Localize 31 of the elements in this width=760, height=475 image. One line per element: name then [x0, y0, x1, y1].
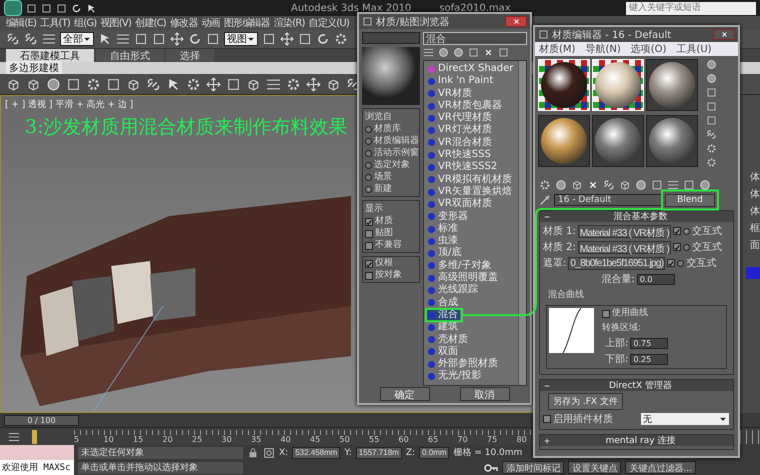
file-name: sofa2010.max [439, 2, 511, 14]
window-title: 材质编辑器 - 16 - Default [552, 28, 672, 42]
script-output: 欢迎使用 MAXSc [0, 460, 74, 475]
field-label: 上部: [605, 336, 628, 350]
tick-label: 50 [340, 434, 369, 444]
prompt-text: 单击或单击并拖动以选择对象 [78, 462, 243, 474]
tick-label: 35 [251, 434, 280, 444]
caption-text: 3:沙发材质用混合材质来制作布料效果 [25, 115, 348, 140]
slot-label: 遮罩: [543, 256, 566, 270]
app-title: Autodesk 3ds Max 2010 [291, 2, 412, 14]
group-label: 浏览自 [365, 110, 393, 123]
tick-label: 45 [310, 434, 340, 444]
window-title: 材质/贴图浏览器 [376, 16, 450, 28]
tick-label: 30 [222, 434, 251, 444]
field-label: 下部: [605, 352, 628, 366]
frame-counter: 0 / 100 [4, 414, 79, 426]
group-label: 显示 [365, 202, 384, 215]
tick-label: 40 [280, 434, 310, 444]
coord-label: Z: [406, 448, 416, 458]
group-label: 转换区域: [602, 322, 642, 334]
slot-label: 材质 1: [543, 224, 576, 238]
field-label: 混合量: [601, 273, 635, 286]
coord-label: X: [279, 448, 288, 458]
group-label: 混合曲线 [548, 288, 585, 301]
tick-label: 25 [192, 434, 222, 444]
tick-label: 20 [162, 434, 192, 444]
grid-size: 栅格 = 10.0mm [453, 446, 522, 459]
coord-label: Y: [344, 448, 352, 458]
tick-label: 55 [369, 434, 398, 444]
slot-label: 材质 2: [543, 240, 576, 254]
selection-status: 未选定任何对象 [78, 446, 243, 458]
